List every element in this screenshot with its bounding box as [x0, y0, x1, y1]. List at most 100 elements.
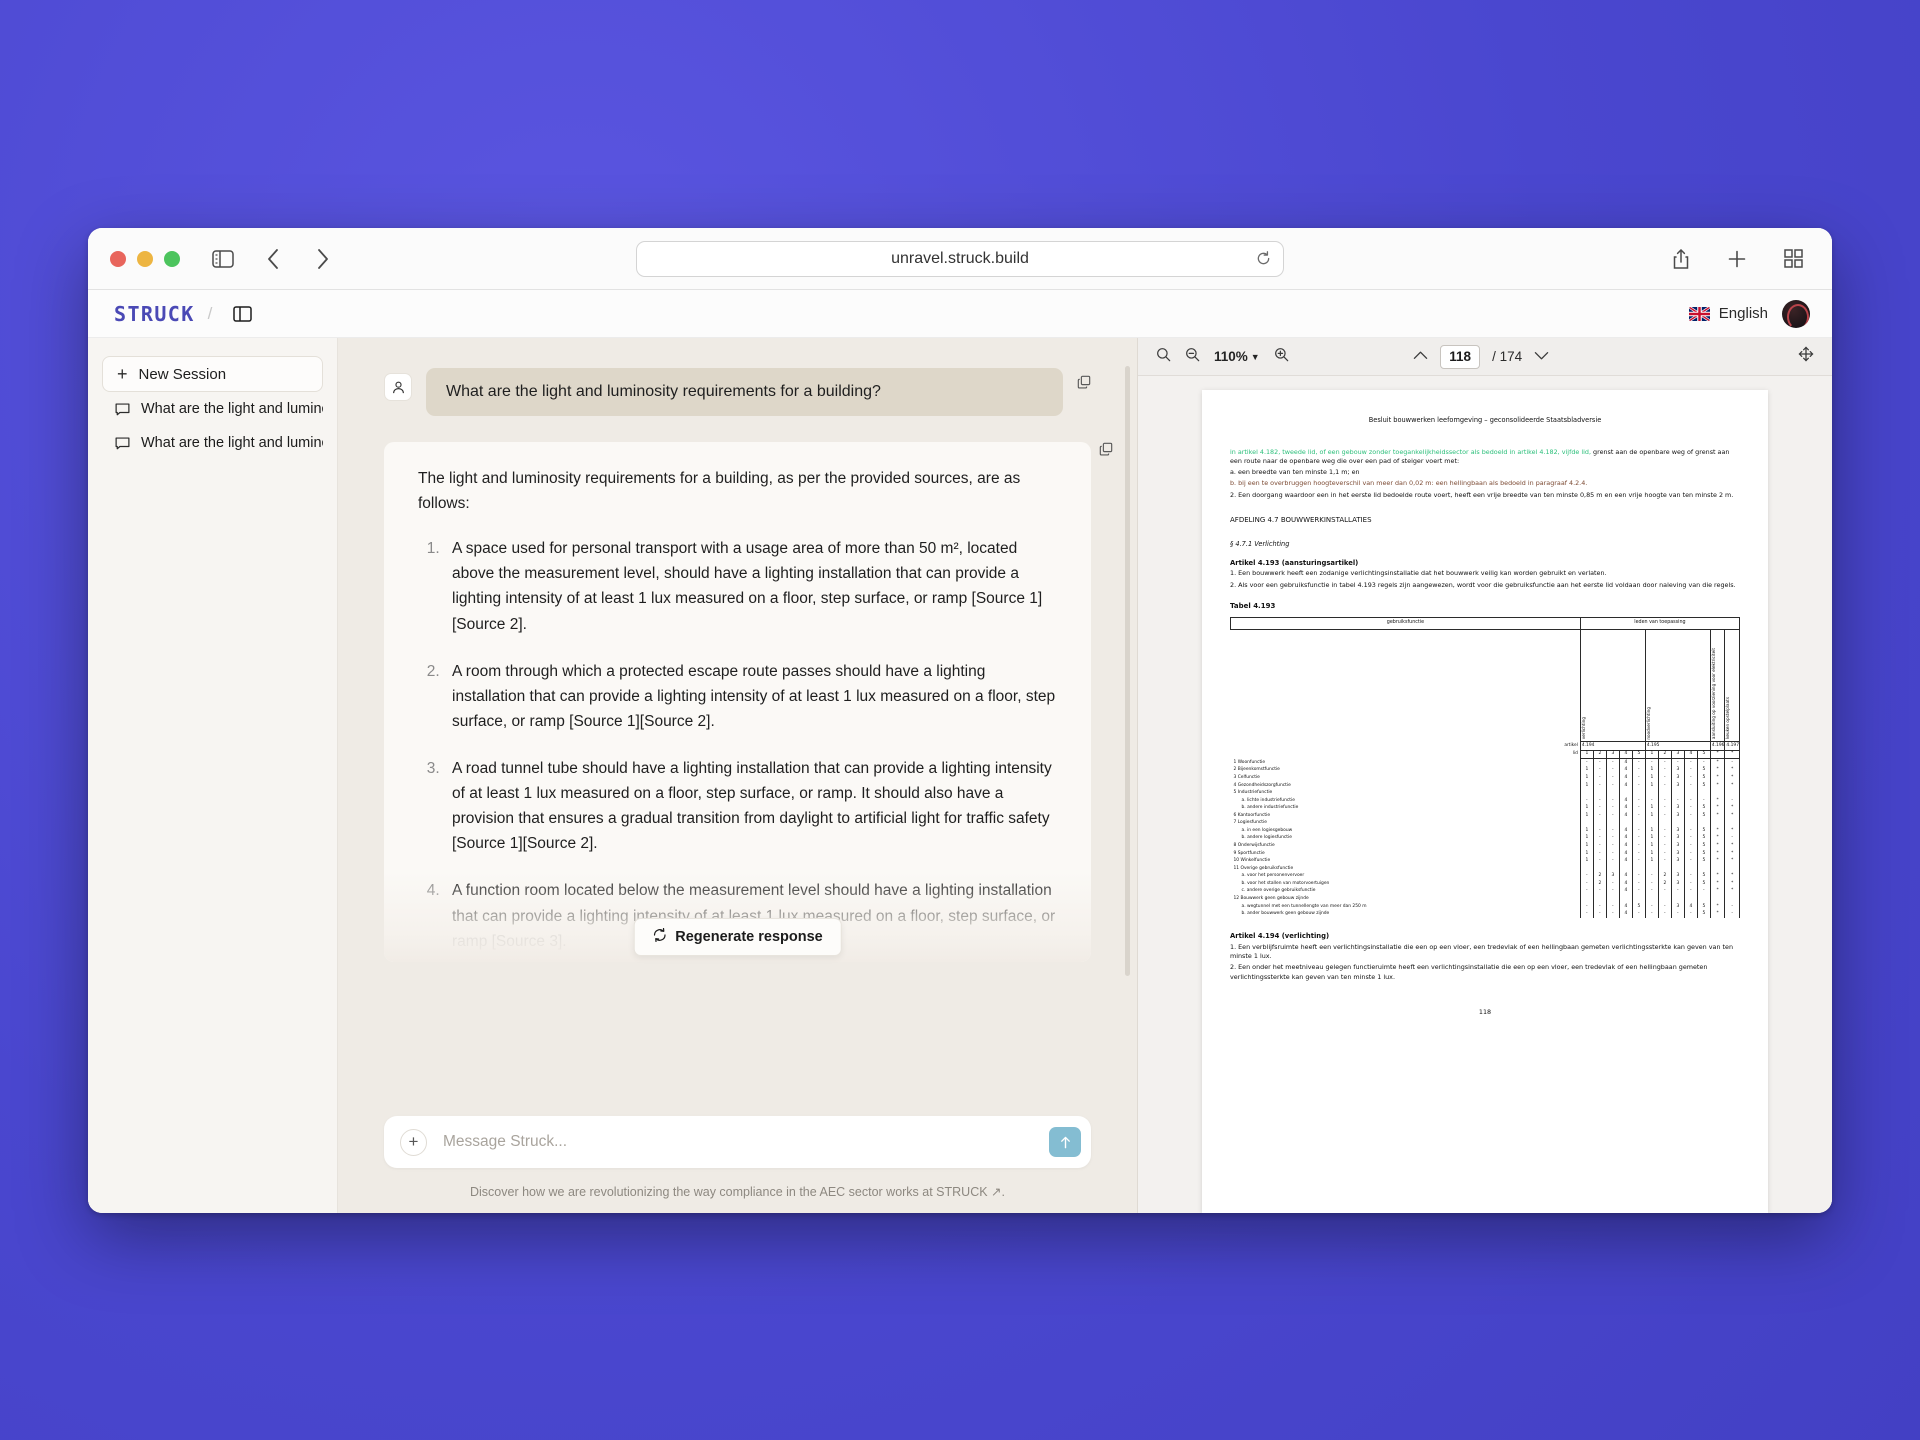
table-cell: * [1710, 797, 1725, 805]
table-cell: * [1710, 759, 1725, 767]
table-cell: * [1710, 880, 1725, 888]
table-cell: 1 [1645, 842, 1658, 850]
table-cell: - [1593, 903, 1606, 911]
sidebar-toggle-icon[interactable] [206, 242, 240, 276]
table-cell: - [1606, 827, 1619, 835]
assistant-message-card: The light and luminosity requirements fo… [384, 442, 1091, 962]
table-cell [1632, 865, 1645, 873]
share-icon[interactable] [1664, 242, 1698, 276]
zoom-out-icon[interactable] [1185, 347, 1200, 367]
table-cell: - [1645, 888, 1658, 896]
table-vheader-noodverlichting: noodverlichting [1645, 630, 1710, 742]
table-cell: * [1725, 767, 1740, 775]
pdf-scroll-area[interactable]: Besluit bouwwerken leefomgeving – gecons… [1138, 376, 1832, 1213]
table-cell: 5 [1697, 873, 1710, 881]
table-cell: 3 [1671, 850, 1684, 858]
panel-toggle-icon[interactable] [225, 297, 259, 331]
lid-value: * [1725, 750, 1740, 759]
table-cell: 4 [1619, 873, 1632, 881]
table-cell [1645, 820, 1658, 828]
table-cell: 5 [1697, 842, 1710, 850]
pdf-highlight-green: in artikel 4.182, tweede lid, of een geb… [1230, 448, 1591, 456]
reload-icon[interactable] [1256, 251, 1271, 266]
pdf-artikel-4193-title: Artikel 4.193 (aansturingsartikel) [1230, 559, 1740, 569]
new-session-button[interactable]: + New Session [102, 356, 323, 392]
assistant-requirements-list: A space used for personal transport with… [444, 536, 1057, 962]
table-cell: - [1593, 812, 1606, 820]
close-window-button[interactable] [110, 251, 126, 267]
table-cell: * [1710, 873, 1725, 881]
table-cell: - [1725, 797, 1740, 805]
minimize-window-button[interactable] [137, 251, 153, 267]
chevron-down-icon[interactable] [1534, 348, 1549, 366]
table-row: 10 Winkelfunctie1--4-1-3-5** [1231, 858, 1740, 866]
table-row-label: 4 Gezondheidszorgfunctie [1231, 782, 1581, 790]
back-arrow-icon[interactable] [256, 242, 290, 276]
copy-icon[interactable] [1077, 375, 1091, 389]
zoom-level-selector[interactable]: 110% ▼ [1214, 349, 1260, 364]
table-cell: 3 [1671, 767, 1684, 775]
tab-overview-icon[interactable] [1776, 242, 1810, 276]
table-cell: 5 [1697, 767, 1710, 775]
table-cell [1684, 820, 1697, 828]
regenerate-response-button[interactable]: Regenerate response [633, 918, 841, 956]
table-cell: - [1593, 782, 1606, 790]
table-cell: - [1645, 880, 1658, 888]
table-cell [1632, 895, 1645, 903]
table-row: a. voor het personenvervoer-234--23-5** [1231, 873, 1740, 881]
chevron-up-icon[interactable] [1413, 348, 1428, 366]
sidebar-session-item-1[interactable]: What are the light and luminosi... [102, 392, 323, 426]
table-cell: 3 [1671, 774, 1684, 782]
lid-value: 4 [1684, 750, 1697, 759]
lid-value: 2 [1593, 750, 1606, 759]
plus-icon: + [117, 365, 128, 383]
vertical-label: noodverlichting [1646, 705, 1652, 742]
zoom-in-icon[interactable] [1274, 347, 1289, 367]
pdf-toolbar: 110% ▼ 118 / 174 [1138, 338, 1832, 376]
language-selector[interactable]: English [1689, 305, 1768, 322]
move-fit-icon[interactable] [1798, 346, 1814, 367]
table-cell: 1 [1645, 767, 1658, 775]
table-cell [1580, 790, 1593, 798]
table-cell: * [1710, 782, 1725, 790]
table-cell [1684, 895, 1697, 903]
copy-icon[interactable] [1099, 442, 1113, 456]
table-cell: 1 [1580, 767, 1593, 775]
table-cell: - [1606, 911, 1619, 919]
send-button[interactable] [1049, 1127, 1081, 1157]
pdf-viewer-pane: 110% ▼ 118 / 174 [1137, 338, 1832, 1213]
message-input[interactable] [443, 1133, 1049, 1151]
maximize-window-button[interactable] [164, 251, 180, 267]
page-number-input[interactable]: 118 [1440, 345, 1480, 369]
pdf-page-number: 118 [1230, 1008, 1740, 1017]
table-row-label: 9 Sportfunctie [1231, 850, 1581, 858]
table-cell: * [1725, 873, 1740, 881]
struck-logo[interactable]: STRUCK [114, 302, 195, 326]
table-cell: * [1710, 911, 1725, 919]
table-cell: - [1580, 911, 1593, 919]
avatar[interactable] [1782, 300, 1810, 328]
table-cell [1725, 895, 1740, 903]
table-row-label: 2 Bijeenkomstfunctie [1231, 767, 1581, 775]
footer-note[interactable]: Discover how we are revolutionizing the … [384, 1168, 1091, 1213]
table-row: b. voor het stallen van motorvoertuigen-… [1231, 880, 1740, 888]
sidebar-session-item-2[interactable]: What are the light and luminosi... [102, 426, 323, 460]
chat-scrollbar[interactable] [1125, 366, 1130, 976]
table-vheader-verlichting: verlichting [1580, 630, 1645, 742]
table-cell: - [1725, 835, 1740, 843]
table-cell: 5 [1697, 850, 1710, 858]
search-icon[interactable] [1156, 347, 1171, 367]
attach-plus-icon[interactable]: + [400, 1129, 427, 1156]
plus-icon[interactable] [1720, 242, 1754, 276]
forward-arrow-icon[interactable] [306, 242, 340, 276]
address-bar[interactable]: unravel.struck.build [636, 241, 1284, 277]
pdf-paragraph-1: in artikel 4.182, tweede lid, of een geb… [1230, 448, 1740, 467]
table-cell: 3 [1671, 812, 1684, 820]
new-session-label: New Session [139, 366, 227, 383]
browser-chrome-actions [1664, 242, 1810, 276]
table-cell: - [1580, 888, 1593, 896]
table-cell: - [1606, 835, 1619, 843]
table-cell [1697, 820, 1710, 828]
table-cell: - [1580, 903, 1593, 911]
table-cell: * [1710, 805, 1725, 813]
